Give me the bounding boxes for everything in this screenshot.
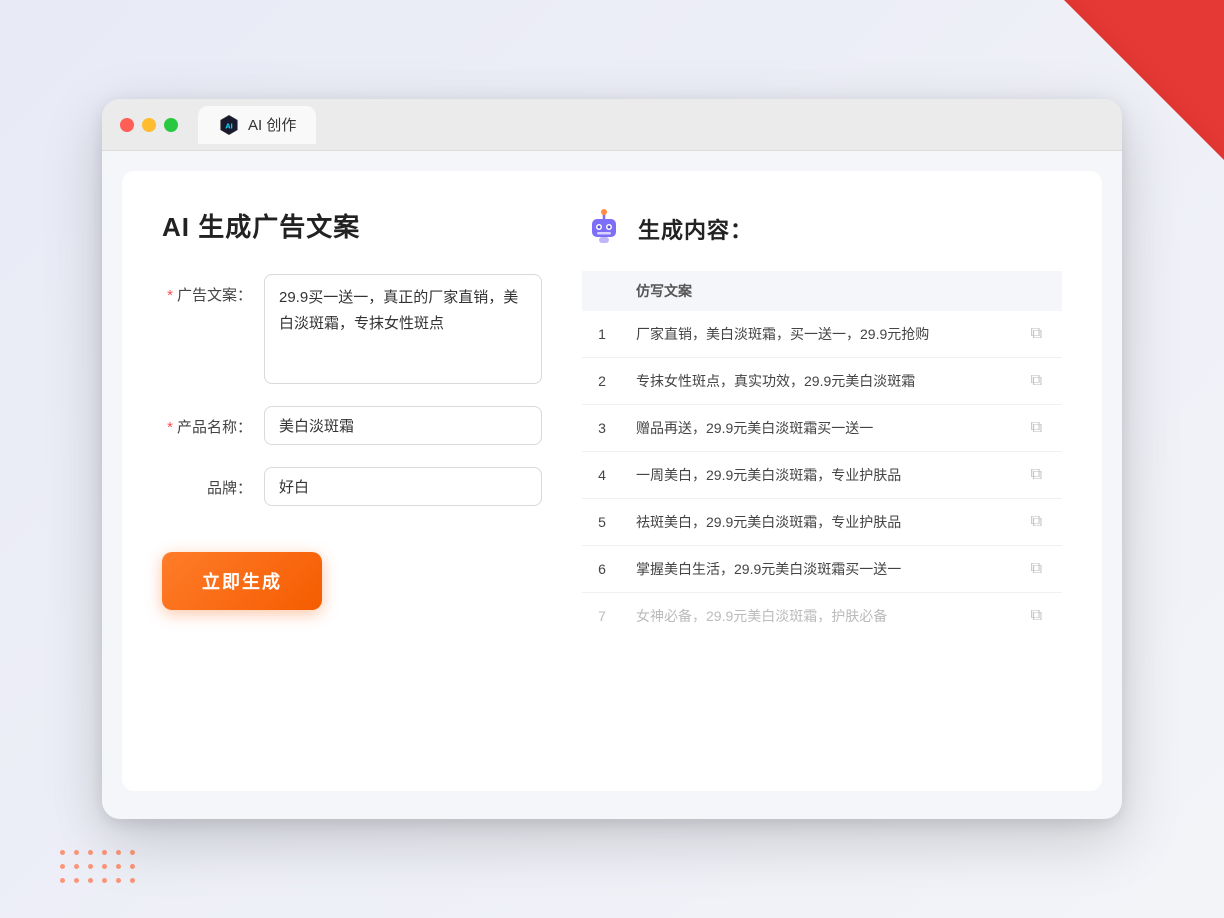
ad-copy-row: *广告文案： bbox=[162, 274, 542, 384]
copy-cell: ⧉ bbox=[1011, 358, 1062, 405]
generate-button[interactable]: 立即生成 bbox=[162, 552, 322, 610]
robot-icon bbox=[582, 207, 626, 251]
brand-row: 品牌： bbox=[162, 467, 542, 506]
row-text: 赠品再送，29.9元美白淡斑霜买一送一 bbox=[622, 405, 1011, 452]
copy-button[interactable]: ⧉ bbox=[1025, 464, 1048, 486]
row-text: 女神必备，29.9元美白淡斑霜，护肤必备 bbox=[622, 593, 1011, 640]
table-row: 1厂家直销，美白淡斑霜，买一送一，29.9元抢购 ⧉ bbox=[582, 311, 1062, 358]
svg-text:AI: AI bbox=[225, 121, 233, 130]
traffic-lights bbox=[120, 118, 178, 132]
right-panel: 生成内容： 仿写文案 1厂家直销，美白淡斑霜，买一送一，29.9元抢购⧉2专抹女… bbox=[582, 207, 1062, 751]
row-number: 4 bbox=[582, 452, 622, 499]
right-header: 生成内容： bbox=[582, 207, 1062, 251]
tab-ai-creation[interactable]: AI AI 创作 bbox=[198, 106, 316, 144]
copy-button[interactable]: ⧉ bbox=[1025, 370, 1048, 392]
minimize-button[interactable] bbox=[142, 118, 156, 132]
table-row: 6掌握美白生活，29.9元美白淡斑霜买一送一 ⧉ bbox=[582, 546, 1062, 593]
row-text: 厂家直销，美白淡斑霜，买一送一，29.9元抢购 bbox=[622, 311, 1011, 358]
ad-copy-label: *广告文案： bbox=[162, 274, 252, 305]
col-num-header bbox=[582, 271, 622, 311]
col-action-header bbox=[1011, 271, 1062, 311]
close-button[interactable] bbox=[120, 118, 134, 132]
copy-button[interactable]: ⧉ bbox=[1025, 558, 1048, 580]
row-number: 1 bbox=[582, 311, 622, 358]
ad-copy-input[interactable] bbox=[264, 274, 542, 384]
copy-button[interactable]: ⧉ bbox=[1025, 417, 1048, 439]
table-row: 4一周美白，29.9元美白淡斑霜，专业护肤品 ⧉ bbox=[582, 452, 1062, 499]
product-name-row: *产品名称： bbox=[162, 406, 542, 445]
row-number: 7 bbox=[582, 593, 622, 640]
copy-button[interactable]: ⧉ bbox=[1025, 511, 1048, 533]
copy-cell: ⧉ bbox=[1011, 499, 1062, 546]
brand-input[interactable] bbox=[264, 467, 542, 506]
browser-window: AI AI 创作 AI 生成广告文案 *广告文案： *产品名称： bbox=[102, 99, 1122, 819]
row-text: 祛斑美白，29.9元美白淡斑霜，专业护肤品 bbox=[622, 499, 1011, 546]
main-content: AI 生成广告文案 *广告文案： *产品名称： 品牌： 立 bbox=[122, 171, 1102, 791]
copy-cell: ⧉ bbox=[1011, 546, 1062, 593]
tab-area: AI AI 创作 bbox=[198, 106, 316, 144]
copy-cell: ⧉ bbox=[1011, 311, 1062, 358]
row-number: 5 bbox=[582, 499, 622, 546]
table-row: 5祛斑美白，29.9元美白淡斑霜，专业护肤品 ⧉ bbox=[582, 499, 1062, 546]
copy-button[interactable]: ⧉ bbox=[1025, 323, 1048, 345]
table-row: 2专抹女性斑点，真实功效，29.9元美白淡斑霜 ⧉ bbox=[582, 358, 1062, 405]
row-text: 一周美白，29.9元美白淡斑霜，专业护肤品 bbox=[622, 452, 1011, 499]
row-text: 专抹女性斑点，真实功效，29.9元美白淡斑霜 bbox=[622, 358, 1011, 405]
results-table: 仿写文案 1厂家直销，美白淡斑霜，买一送一，29.9元抢购⧉2专抹女性斑点，真实… bbox=[582, 271, 1062, 639]
required-mark-product: * bbox=[167, 419, 173, 436]
row-number: 2 bbox=[582, 358, 622, 405]
tab-label: AI 创作 bbox=[248, 114, 296, 135]
col-text-header: 仿写文案 bbox=[622, 271, 1011, 311]
required-mark-ad: * bbox=[167, 287, 173, 304]
copy-button[interactable]: ⧉ bbox=[1025, 605, 1048, 627]
product-name-label: *产品名称： bbox=[162, 406, 252, 437]
copy-cell: ⧉ bbox=[1011, 405, 1062, 452]
ai-icon: AI bbox=[218, 114, 240, 136]
title-bar: AI AI 创作 bbox=[102, 99, 1122, 151]
product-name-input[interactable] bbox=[264, 406, 542, 445]
table-row: 3赠品再送，29.9元美白淡斑霜买一送一 ⧉ bbox=[582, 405, 1062, 452]
row-number: 3 bbox=[582, 405, 622, 452]
row-text: 掌握美白生活，29.9元美白淡斑霜买一送一 bbox=[622, 546, 1011, 593]
table-row: 7女神必备，29.9元美白淡斑霜，护肤必备 ⧉ bbox=[582, 593, 1062, 640]
dot-decoration bbox=[60, 850, 140, 888]
brand-label: 品牌： bbox=[162, 467, 252, 498]
row-number: 6 bbox=[582, 546, 622, 593]
copy-cell: ⧉ bbox=[1011, 452, 1062, 499]
maximize-button[interactable] bbox=[164, 118, 178, 132]
page-title: AI 生成广告文案 bbox=[162, 207, 542, 244]
copy-cell: ⧉ bbox=[1011, 593, 1062, 640]
results-title: 生成内容： bbox=[638, 213, 753, 245]
left-panel: AI 生成广告文案 *广告文案： *产品名称： 品牌： 立 bbox=[162, 207, 542, 751]
